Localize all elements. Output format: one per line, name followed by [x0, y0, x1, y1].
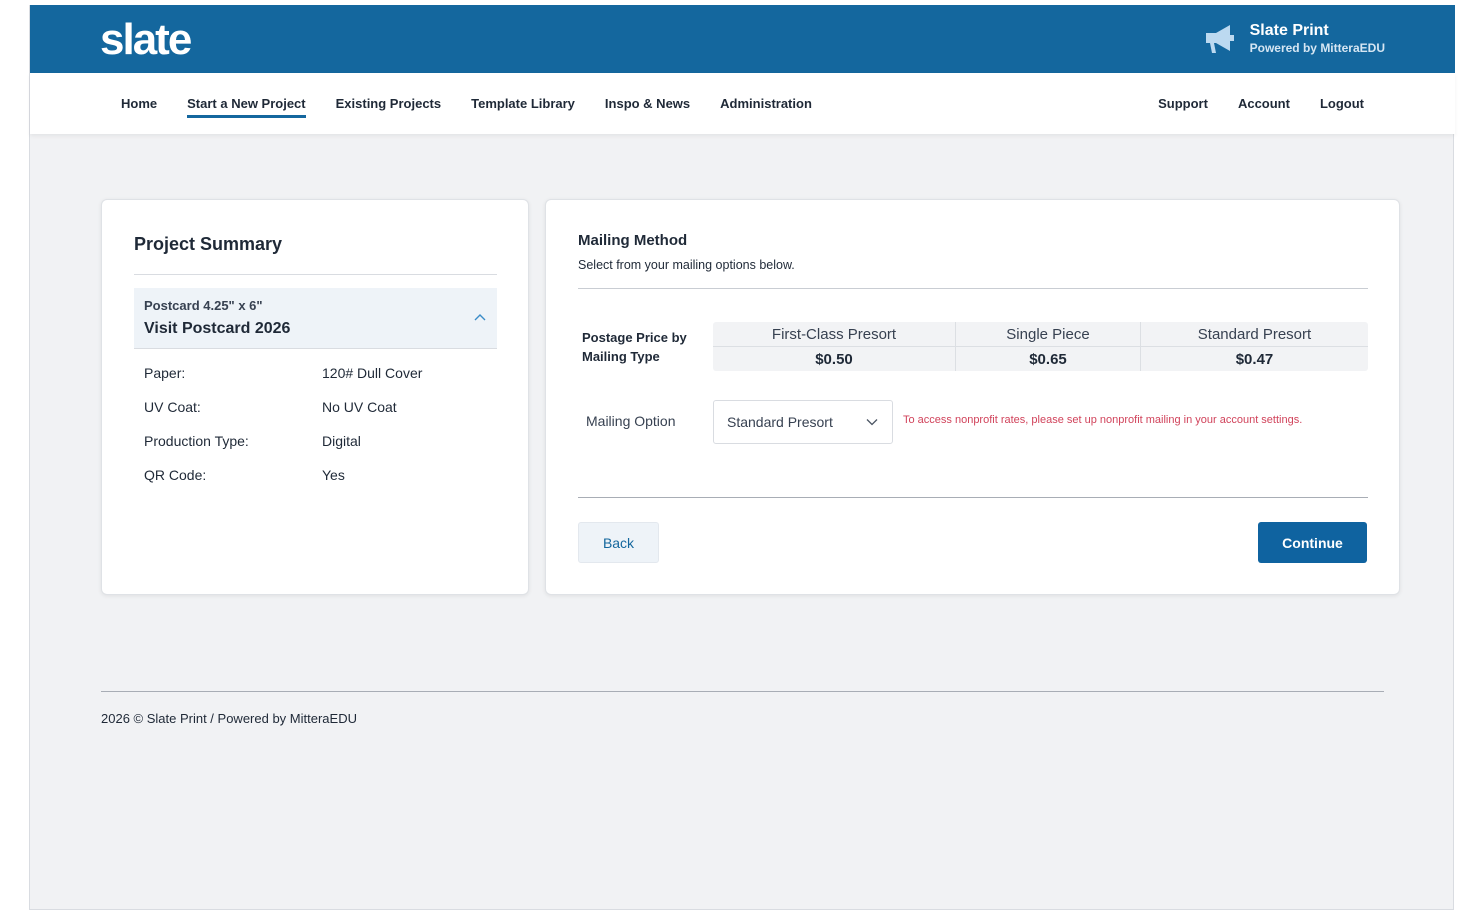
- price-column-standard-presort: Standard Presort $0.47: [1141, 322, 1368, 371]
- divider: [134, 274, 497, 275]
- nav-left: Home Start a New Project Existing Projec…: [121, 73, 812, 134]
- product-size: Postcard 4.25" x 6": [144, 298, 263, 313]
- price-value: $0.50: [815, 350, 853, 368]
- spec-label-production-type: Production Type:: [144, 433, 249, 449]
- price-column-single-piece: Single Piece $0.65: [956, 322, 1141, 371]
- chevron-up-icon[interactable]: [473, 312, 487, 322]
- price-type: Single Piece: [956, 322, 1140, 347]
- project-summary-card: Project Summary Postcard 4.25" x 6" Visi…: [101, 199, 529, 595]
- nav-inspo-news[interactable]: Inspo & News: [605, 96, 690, 111]
- megaphone-icon: [1205, 25, 1234, 53]
- chevron-down-icon: [866, 419, 878, 426]
- nav-start-new-project[interactable]: Start a New Project: [187, 96, 306, 118]
- postage-price-table: First-Class Presort $0.50 Single Piece $…: [713, 322, 1368, 371]
- footer-divider: [101, 691, 1384, 692]
- main-nav: Home Start a New Project Existing Projec…: [30, 73, 1455, 134]
- mailing-option-select[interactable]: Standard Presort: [713, 400, 893, 444]
- nav-account[interactable]: Account: [1238, 96, 1290, 111]
- slate-logo[interactable]: slate: [100, 15, 192, 65]
- mailing-option-label: Mailing Option: [586, 413, 676, 429]
- nav-administration[interactable]: Administration: [720, 96, 812, 111]
- spec-value-paper: 120# Dull Cover: [322, 365, 423, 381]
- back-button[interactable]: Back: [578, 522, 659, 563]
- price-value: $0.47: [1235, 350, 1274, 368]
- project-summary-title: Project Summary: [134, 234, 283, 254]
- mailing-option-value: Standard Presort: [727, 414, 833, 430]
- price-column-first-class: First-Class Presort $0.50: [713, 322, 956, 371]
- nav-support[interactable]: Support: [1158, 96, 1208, 111]
- nonprofit-notice: To access nonprofit rates, please set up…: [903, 414, 1303, 426]
- nav-existing-projects[interactable]: Existing Projects: [336, 96, 441, 111]
- spec-value-production-type: Digital: [322, 433, 361, 449]
- brand-text: Slate Print Powered by MitteraEDU: [1250, 21, 1385, 55]
- brand-title: Slate Print: [1249, 22, 1329, 39]
- mailing-method-card: Mailing Method Select from your mailing …: [545, 199, 1400, 595]
- mailing-method-title: Mailing Method: [578, 232, 688, 249]
- continue-button[interactable]: Continue: [1258, 522, 1367, 563]
- nav-home[interactable]: Home: [121, 96, 157, 111]
- spec-value-uv-coat: No UV Coat: [322, 399, 397, 415]
- nav-right: Support Account Logout: [1158, 73, 1364, 134]
- divider: [578, 497, 1368, 498]
- mailing-method-subtitle: Select from your mailing options below.: [578, 258, 795, 272]
- brand-block: Slate Print Powered by MitteraEDU: [1202, 21, 1385, 55]
- footer-copyright: 2026 © Slate Print / Powered by MitteraE…: [101, 711, 357, 726]
- app-frame: slate Slate Print Powered by MitteraEDU …: [29, 5, 1455, 910]
- brand-bar: slate Slate Print Powered by MitteraEDU: [30, 5, 1455, 73]
- spec-label-qr-code: QR Code:: [144, 467, 207, 483]
- product-accordion[interactable]: Postcard 4.25" x 6" Visit Postcard 2026: [134, 288, 497, 349]
- price-type: Standard Presort: [1141, 322, 1368, 347]
- nav-logout[interactable]: Logout: [1320, 96, 1364, 111]
- price-type: First-Class Presort: [713, 322, 955, 347]
- postage-price-label: Postage Price by Mailing Type: [582, 330, 687, 364]
- spec-label-paper: Paper:: [144, 365, 186, 381]
- spec-value-qr-code: Yes: [322, 467, 345, 483]
- product-name: Visit Postcard 2026: [144, 320, 291, 337]
- spec-label-uv-coat: UV Coat:: [144, 399, 201, 415]
- nav-template-library[interactable]: Template Library: [471, 96, 575, 111]
- brand-subtitle: Powered by MitteraEDU: [1249, 41, 1385, 55]
- divider: [578, 288, 1368, 289]
- price-value: $0.65: [1029, 350, 1067, 368]
